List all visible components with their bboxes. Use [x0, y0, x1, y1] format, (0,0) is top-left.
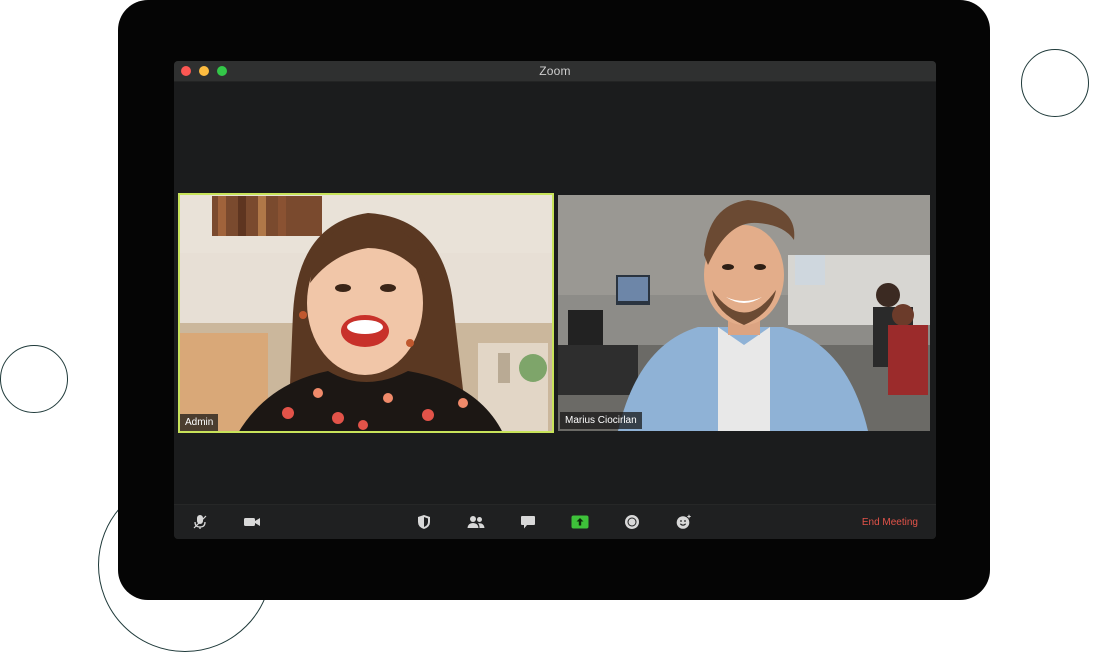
microphone-muted-icon	[193, 515, 207, 529]
share-screen-button[interactable]	[570, 513, 590, 531]
video-tile-admin[interactable]: Admin	[178, 193, 554, 433]
participant-name-tag: Admin	[180, 414, 219, 431]
video-gallery: Admin Marius Ciocirlan	[174, 82, 936, 504]
decorative-circle	[0, 345, 68, 413]
zoom-window: Zoom Admin Marius Ciocirlan End Meeting	[174, 61, 936, 539]
mute-button[interactable]	[190, 513, 210, 531]
video-button[interactable]	[242, 513, 262, 531]
admin-video-feed	[178, 193, 554, 433]
marius-video-feed	[558, 195, 930, 431]
window-title: Zoom	[539, 64, 571, 78]
chat-bubble-icon	[521, 515, 535, 528]
participants-icon	[467, 516, 485, 528]
share-screen-icon	[571, 515, 589, 529]
record-icon	[625, 515, 639, 529]
meeting-toolbar: End Meeting	[174, 504, 936, 539]
end-meeting-button[interactable]: End Meeting	[862, 517, 918, 528]
participant-name-tag: Marius Ciocirlan	[560, 412, 642, 429]
reactions-icon	[676, 514, 691, 529]
reactions-button[interactable]	[674, 513, 694, 531]
participants-button[interactable]	[466, 513, 486, 531]
decorative-circle	[1021, 49, 1089, 117]
shield-icon	[418, 515, 430, 529]
chat-button[interactable]	[518, 513, 538, 531]
video-tile-marius[interactable]: Marius Ciocirlan	[558, 195, 930, 431]
security-button[interactable]	[414, 513, 434, 531]
record-button[interactable]	[622, 513, 642, 531]
video-camera-icon	[244, 518, 260, 526]
window-titlebar: Zoom	[174, 61, 936, 82]
